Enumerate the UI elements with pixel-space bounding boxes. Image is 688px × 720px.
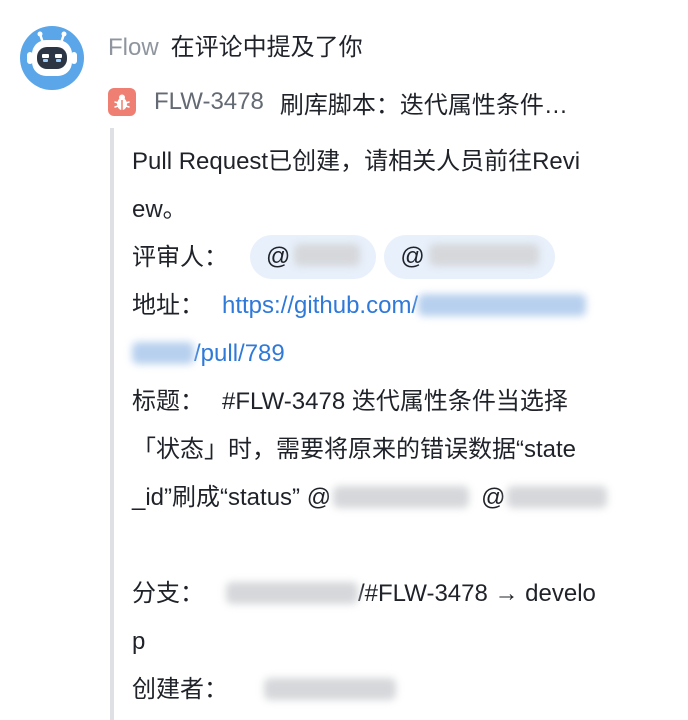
robot-icon: [27, 31, 77, 76]
redacted-repo: [418, 293, 587, 316]
creator-row: 创建者：: [132, 666, 662, 714]
bot-avatar[interactable]: [20, 26, 84, 90]
comment-line: Pull Request已创建，请相关人员前往Revi: [132, 148, 581, 175]
branch-row: 分支： /#FLW-3478 → develo: [132, 570, 662, 618]
address-label: 地址：: [132, 292, 204, 319]
address-row-cont: /pull/789: [132, 330, 662, 378]
title-row: 标题： #FLW-3478 迭代属性条件当选择: [132, 378, 662, 426]
comment-body: Pull Request已创建，请相关人员前往Revi ew。 评审人： @ @ 地…: [132, 138, 662, 714]
sender-name[interactable]: Flow: [108, 34, 159, 61]
pull-request-link[interactable]: https://github.com/: [222, 292, 418, 319]
redacted-mention[interactable]: [333, 485, 470, 508]
empty-line: [132, 522, 662, 570]
branch-row-cont: p: [132, 628, 146, 655]
issue-key[interactable]: FLW-3478: [154, 88, 264, 116]
pull-request-link-cont[interactable]: /pull/789: [194, 340, 285, 367]
creator-label: 创建者：: [132, 676, 228, 703]
branch-label: 分支：: [132, 580, 204, 607]
title-label: 标题：: [132, 388, 204, 415]
quote-bar: [110, 128, 114, 720]
issue-title[interactable]: 刷库脚本：迭代属性条件…: [280, 85, 568, 120]
redacted-branch: [226, 581, 358, 604]
title-text: #FLW-3478 迭代属性条件当选择: [222, 388, 568, 415]
notification-header: Flow 在评论中提及了你: [108, 30, 363, 66]
comment-line: ew。: [132, 196, 187, 223]
address-row: 地址： https://github.com/: [132, 282, 662, 330]
reviewers-label: 评审人：: [132, 244, 228, 271]
issue-link[interactable]: FLW-3478 刷库脚本：迭代属性条件…: [108, 84, 568, 120]
title-row-cont: _id”刷成“status” @ @: [132, 474, 662, 522]
reviewer-mention-2[interactable]: @: [384, 234, 555, 279]
redacted-creator[interactable]: [264, 677, 396, 700]
bug-icon: [108, 88, 136, 116]
title-row-cont: 「状态」时，需要将原来的错误数据“state: [132, 436, 577, 463]
redacted-mention[interactable]: [507, 485, 608, 508]
branch-text: /#FLW-3478 → develo: [358, 580, 596, 607]
notification-action: 在评论中提及了你: [170, 34, 363, 61]
redacted-repo: [132, 341, 194, 364]
reviewer-mention-1[interactable]: @: [250, 234, 377, 279]
reviewers-row: 评审人： @ @: [132, 234, 662, 282]
